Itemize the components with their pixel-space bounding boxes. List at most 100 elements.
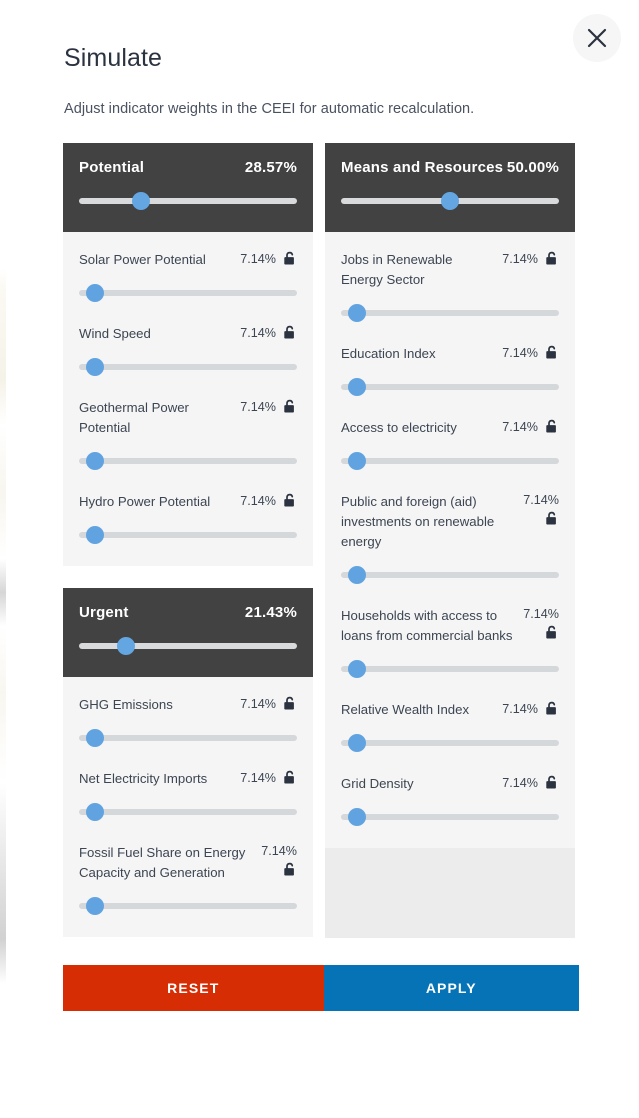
slider-track[interactable] xyxy=(79,903,297,909)
indicator-label: Grid Density xyxy=(341,776,414,791)
indicator-weight-slider[interactable] xyxy=(79,452,297,470)
close-icon-button[interactable] xyxy=(573,14,621,62)
indicator-meta: 7.14% xyxy=(240,324,297,340)
indicator-header-row: Relative Wealth Index 7.14% xyxy=(341,700,559,720)
slider-track[interactable] xyxy=(341,458,559,464)
slider-thumb[interactable] xyxy=(85,284,104,302)
unlocked-padlock-icon[interactable] xyxy=(283,493,297,508)
indicator-row: Grid Density 7.14% xyxy=(341,774,559,826)
category-weight-slider[interactable] xyxy=(341,192,559,210)
slider-thumb[interactable] xyxy=(85,526,104,544)
indicator-header-row: Access to electricity 7.14% xyxy=(341,418,559,438)
indicator-weight-slider[interactable] xyxy=(79,526,297,544)
indicator-weight-slider[interactable] xyxy=(341,808,559,826)
indicator-weight-slider[interactable] xyxy=(79,284,297,302)
indicator-percent: 7.14% xyxy=(240,251,276,266)
indicator-weight-slider[interactable] xyxy=(79,897,297,915)
indicator-meta: 7.14% xyxy=(240,695,297,711)
unlocked-padlock-icon[interactable] xyxy=(545,419,559,434)
slider-track[interactable] xyxy=(79,643,297,649)
empty-filler-block xyxy=(325,848,575,938)
slider-track[interactable] xyxy=(341,666,559,672)
indicator-weight-slider[interactable] xyxy=(341,378,559,396)
unlocked-padlock-icon[interactable] xyxy=(545,775,559,790)
slider-thumb[interactable] xyxy=(85,729,104,747)
slider-track[interactable] xyxy=(79,735,297,741)
slider-thumb[interactable] xyxy=(347,304,366,322)
category-weight-slider[interactable] xyxy=(79,192,297,210)
unlocked-padlock-icon[interactable] xyxy=(283,862,297,877)
indicator-label: Fossil Fuel Share on Energy Capacity and… xyxy=(79,845,246,880)
slider-thumb[interactable] xyxy=(347,660,366,678)
indicator-label: Households with access to loans from com… xyxy=(341,608,513,643)
indicator-row: Households with access to loans from com… xyxy=(341,606,559,678)
slider-thumb[interactable] xyxy=(347,566,366,584)
slider-thumb[interactable] xyxy=(85,897,104,915)
indicator-weight-slider[interactable] xyxy=(341,304,559,322)
slider-track[interactable] xyxy=(341,572,559,578)
slider-track[interactable] xyxy=(341,814,559,820)
unlocked-padlock-icon[interactable] xyxy=(283,251,297,266)
indicator-header-row: Households with access to loans from com… xyxy=(341,606,559,646)
category-header-row: Means and Resources 50.00% xyxy=(341,159,559,176)
unlocked-padlock-icon[interactable] xyxy=(545,511,559,526)
category-header: Means and Resources 50.00% xyxy=(325,143,575,232)
category-group: Urgent 21.43% GHG Emissions 7.14% Net Electr… xyxy=(63,588,313,937)
dialog-subtitle: Adjust indicator weights in the CEEI for… xyxy=(64,101,475,117)
category-group: Potential 28.57% Solar Power Potential 7.14… xyxy=(63,143,313,566)
unlocked-padlock-icon[interactable] xyxy=(283,325,297,340)
indicator-percent: 7.14% xyxy=(261,844,297,858)
slider-track[interactable] xyxy=(79,198,297,204)
indicator-weight-slider[interactable] xyxy=(341,566,559,584)
unlocked-padlock-icon[interactable] xyxy=(545,625,559,640)
slider-thumb[interactable] xyxy=(347,452,366,470)
slider-thumb[interactable] xyxy=(347,808,366,826)
slider-track[interactable] xyxy=(79,809,297,815)
slider-thumb[interactable] xyxy=(132,192,151,210)
indicator-weight-slider[interactable] xyxy=(341,452,559,470)
category-header: Urgent 21.43% xyxy=(63,588,313,677)
unlocked-padlock-icon[interactable] xyxy=(283,399,297,414)
unlocked-padlock-icon[interactable] xyxy=(545,701,559,716)
indicator-meta: 7.14% xyxy=(502,774,559,790)
slider-thumb[interactable] xyxy=(116,637,135,655)
unlocked-padlock-icon[interactable] xyxy=(545,345,559,360)
unlocked-padlock-icon[interactable] xyxy=(283,696,297,711)
slider-track[interactable] xyxy=(79,290,297,296)
slider-thumb[interactable] xyxy=(347,734,366,752)
indicator-weight-slider[interactable] xyxy=(341,734,559,752)
slider-thumb[interactable] xyxy=(85,452,104,470)
indicator-label: Jobs in Renewable Energy Sector xyxy=(341,252,453,287)
slider-thumb[interactable] xyxy=(441,192,459,210)
indicator-meta: 7.14% xyxy=(240,250,297,266)
indicator-meta: 7.14% xyxy=(240,492,297,508)
slider-track[interactable] xyxy=(79,458,297,464)
dialog-header: Simulate Adjust indicator weights in the… xyxy=(0,0,639,117)
slider-track[interactable] xyxy=(341,384,559,390)
indicator-row: Access to electricity 7.14% xyxy=(341,418,559,470)
unlocked-padlock-icon[interactable] xyxy=(545,251,559,266)
category-weight-slider[interactable] xyxy=(79,637,297,655)
indicator-percent: 7.14% xyxy=(240,325,276,340)
indicator-weight-slider[interactable] xyxy=(79,803,297,821)
unlocked-padlock-icon[interactable] xyxy=(283,770,297,785)
indicator-meta: 7.14% xyxy=(502,700,559,716)
slider-track[interactable] xyxy=(79,364,297,370)
indicator-percent: 7.14% xyxy=(240,493,276,508)
slider-thumb[interactable] xyxy=(85,358,104,376)
indicator-weight-slider[interactable] xyxy=(79,729,297,747)
indicator-meta: 7.14% xyxy=(502,418,559,434)
indicator-weight-slider[interactable] xyxy=(341,660,559,678)
slider-track[interactable] xyxy=(341,740,559,746)
slider-track[interactable] xyxy=(341,310,559,316)
slider-track[interactable] xyxy=(79,532,297,538)
indicator-weight-slider[interactable] xyxy=(79,358,297,376)
indicator-label: Net Electricity Imports xyxy=(79,771,208,786)
slider-thumb[interactable] xyxy=(347,378,366,396)
category-percent: 50.00% xyxy=(506,159,559,176)
slider-thumb[interactable] xyxy=(85,803,104,821)
apply-button[interactable]: APPLY xyxy=(323,965,579,1011)
reset-button[interactable]: RESET xyxy=(63,965,324,1011)
category-name: Means and Resources xyxy=(341,159,504,176)
indicator-label: Access to electricity xyxy=(341,420,457,435)
